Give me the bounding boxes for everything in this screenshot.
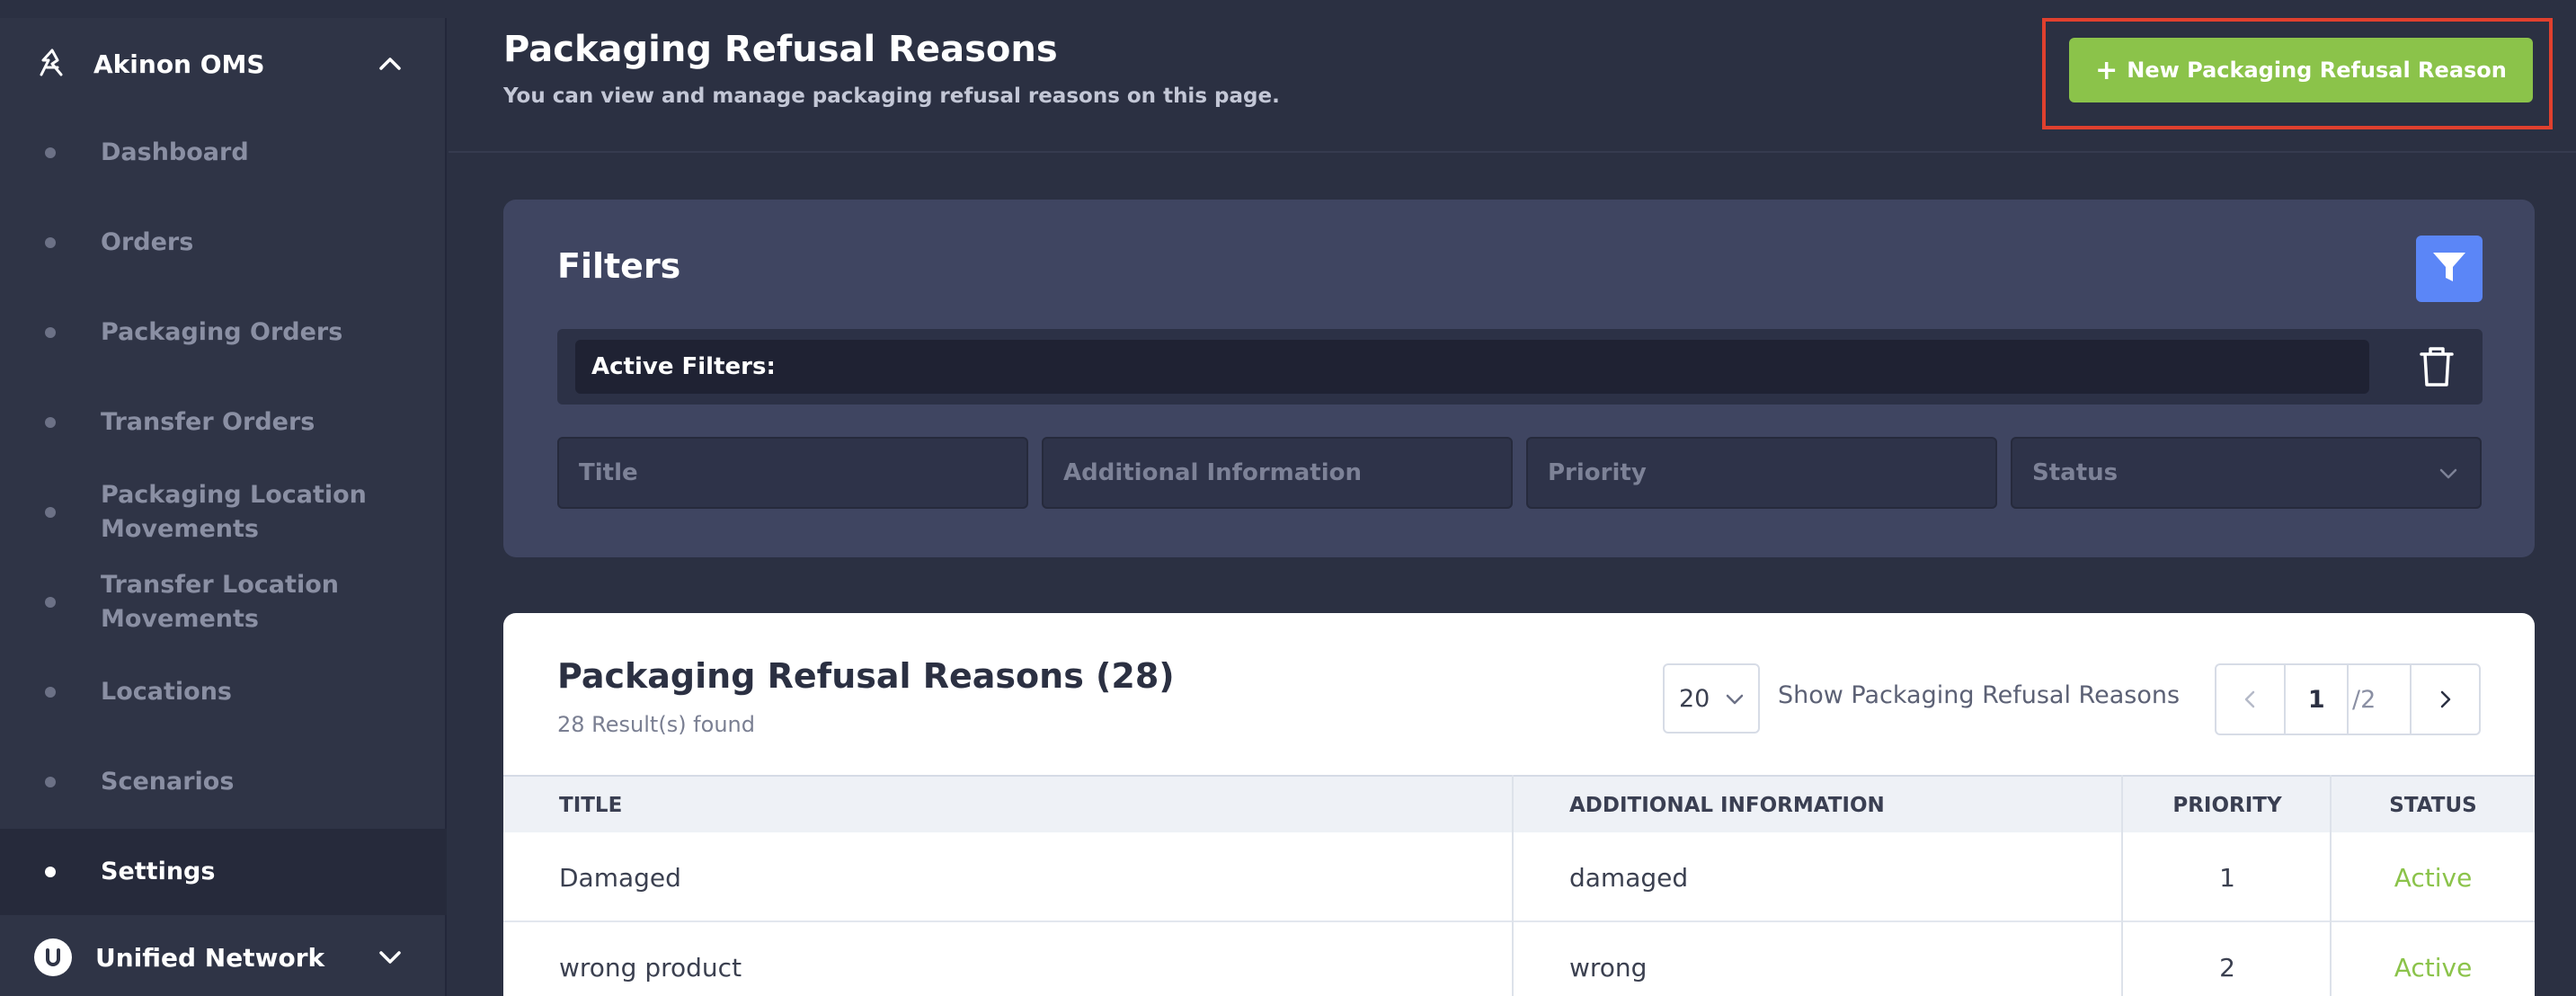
- page-subtitle: You can view and manage packaging refusa…: [503, 84, 1280, 108]
- prev-page-button[interactable]: [2216, 665, 2284, 734]
- per-page-select[interactable]: 20: [1663, 663, 1760, 734]
- chevron-down-icon[interactable]: [375, 942, 405, 973]
- cell-additional-information: wrong: [1569, 952, 1648, 983]
- header-divider: [449, 151, 2576, 153]
- sidebar-item-label: Transfer Orders: [101, 408, 315, 436]
- cell-additional-information: damaged: [1569, 862, 1689, 893]
- sidebar-item-label: Dashboard: [101, 138, 249, 166]
- column-header-status[interactable]: STATUS: [2332, 777, 2535, 834]
- per-page-value: 20: [1679, 684, 1710, 713]
- sidebar-item-transfer-location-movements[interactable]: Transfer Location Movements: [0, 566, 447, 638]
- sidebar-app-header[interactable]: Akinon OMS: [0, 18, 447, 110]
- sidebar-item-locations[interactable]: Locations: [0, 665, 447, 719]
- status-filter-select[interactable]: Status: [2011, 437, 2482, 509]
- page-title: Packaging Refusal Reasons: [503, 29, 1058, 70]
- chevron-left-icon: [2244, 690, 2254, 708]
- chevron-right-icon: [2441, 690, 2451, 708]
- bullet-icon: [45, 237, 56, 248]
- next-page-button[interactable]: [2412, 665, 2479, 734]
- column-header-priority[interactable]: PRIORITY: [2123, 777, 2332, 834]
- sidebar-item-packaging-location-movements[interactable]: Packaging Location Movements: [0, 476, 447, 548]
- sidebar-item-label: Packaging Location Movements: [101, 481, 367, 543]
- sidebar-item-transfer-orders[interactable]: Transfer Orders: [0, 396, 447, 449]
- active-filters-label: Active Filters:: [575, 340, 2369, 394]
- results-count: 28 Result(s) found: [557, 712, 755, 737]
- pagination: 1 /2: [2215, 663, 2481, 735]
- sidebar-top-strip: [0, 0, 447, 18]
- priority-filter-input[interactable]: Priority: [1526, 437, 1997, 509]
- akinon-logo-icon: [34, 46, 70, 82]
- chevron-down-icon: [2437, 462, 2460, 485]
- active-filters-bar: Active Filters:: [557, 329, 2483, 405]
- filters-panel: Filters Active Filters: Title Additional…: [503, 200, 2535, 557]
- sidebar-item-label: Transfer Location Movements: [101, 571, 339, 633]
- sidebar-item-label: Orders: [101, 228, 194, 256]
- sidebar-app-title: Akinon OMS: [93, 49, 265, 79]
- status-badge: Active: [2394, 952, 2473, 983]
- bullet-icon: [45, 687, 56, 698]
- unified-network-logo-icon: [34, 938, 72, 976]
- status-badge: Active: [2394, 862, 2473, 893]
- sidebar-item-label: Packaging Orders: [101, 318, 343, 346]
- funnel-icon: [2429, 247, 2469, 290]
- filters-title: Filters: [557, 246, 681, 286]
- sidebar-unified-network[interactable]: Unified Network: [0, 919, 447, 996]
- plus-icon: +: [2095, 54, 2119, 86]
- chevron-down-icon: [1724, 689, 1745, 710]
- per-page-label: Show Packaging Refusal Reasons: [1778, 681, 2181, 709]
- sidebar-item-packaging-orders[interactable]: Packaging Orders: [0, 306, 447, 360]
- chevron-up-icon[interactable]: [375, 49, 405, 79]
- sidebar-item-scenarios[interactable]: Scenarios: [0, 755, 447, 809]
- new-button-label: New Packaging Refusal Reason: [2127, 58, 2507, 83]
- sidebar-footer-title: Unified Network: [95, 942, 325, 973]
- title-filter-input[interactable]: Title: [557, 437, 1028, 509]
- column-divider: [2330, 775, 2332, 996]
- filter-toggle-button[interactable]: [2416, 236, 2483, 302]
- bullet-icon: [45, 867, 56, 877]
- current-page[interactable]: 1: [2284, 665, 2349, 734]
- column-divider: [1512, 775, 1514, 996]
- table-row[interactable]: wrong product wrong 2 Active: [503, 922, 2535, 996]
- sidebar-item-label: Scenarios: [101, 768, 235, 796]
- sidebar: Akinon OMS Dashboard Orders Packaging Or…: [0, 0, 447, 996]
- cell-priority: 1: [2219, 862, 2235, 893]
- new-packaging-refusal-reason-button[interactable]: + New Packaging Refusal Reason: [2069, 38, 2533, 102]
- bullet-icon: [45, 597, 56, 608]
- bullet-icon: [45, 507, 56, 518]
- total-pages: /2: [2349, 665, 2412, 734]
- bullet-icon: [45, 327, 56, 338]
- sidebar-item-label: Locations: [101, 678, 232, 706]
- table-row[interactable]: Damaged damaged 1 Active: [503, 832, 2535, 922]
- bullet-icon: [45, 147, 56, 158]
- cell-title: Damaged: [559, 862, 681, 893]
- sidebar-item-dashboard[interactable]: Dashboard: [0, 126, 447, 180]
- table-title: Packaging Refusal Reasons (28): [557, 656, 1175, 696]
- results-card: Packaging Refusal Reasons (28) 28 Result…: [503, 613, 2535, 996]
- status-filter-placeholder: Status: [2032, 459, 2119, 486]
- table-header: TITLE ADDITIONAL INFORMATION PRIORITY ST…: [503, 775, 2535, 832]
- column-divider: [2121, 775, 2123, 996]
- trash-icon[interactable]: [2418, 345, 2456, 388]
- sidebar-item-orders[interactable]: Orders: [0, 216, 447, 270]
- additional-information-filter-input[interactable]: Additional Information: [1042, 437, 1513, 509]
- column-header-title[interactable]: TITLE: [559, 777, 622, 834]
- cell-title: wrong product: [559, 952, 742, 983]
- sidebar-item-settings[interactable]: Settings: [0, 829, 447, 915]
- sidebar-item-label: Settings: [101, 858, 216, 885]
- cell-priority: 2: [2219, 952, 2235, 983]
- column-header-additional-information[interactable]: ADDITIONAL INFORMATION: [1569, 777, 1885, 834]
- bullet-icon: [45, 777, 56, 787]
- bullet-icon: [45, 417, 56, 428]
